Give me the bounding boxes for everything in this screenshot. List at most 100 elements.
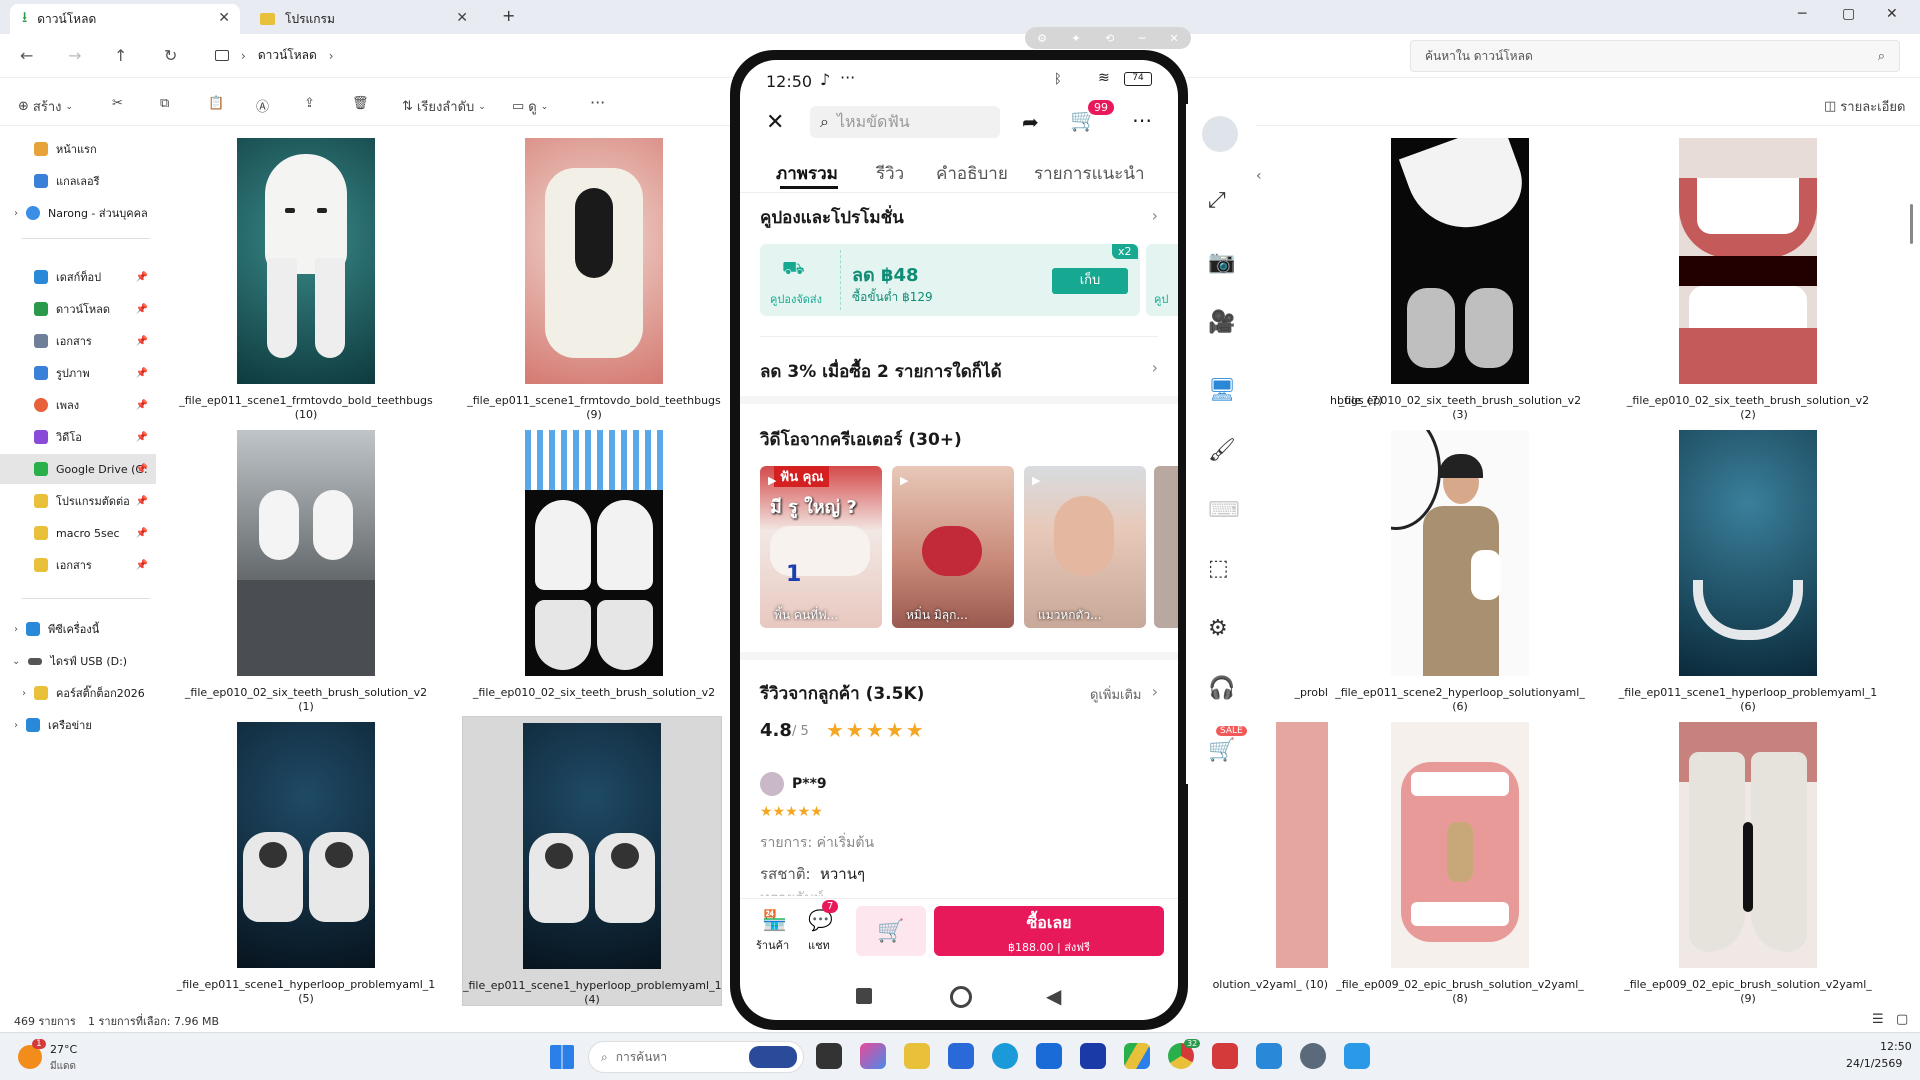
headset-icon[interactable]: 🎧 — [1208, 676, 1235, 701]
pin-icon[interactable]: 📌 — [136, 496, 148, 507]
clock-time[interactable]: 12:50 — [1880, 1040, 1912, 1053]
fullscreen-icon[interactable]: ⤢ — [1208, 188, 1226, 213]
powerpoint-icon[interactable] — [1212, 1043, 1238, 1069]
pin-icon[interactable]: 📌 — [136, 464, 148, 475]
breadcrumb-item[interactable]: ดาวน์โหลด — [258, 46, 317, 65]
sidebar-item-home[interactable]: หน้าแรก — [0, 134, 156, 164]
pin-icon[interactable]: 📌 — [136, 272, 148, 283]
phone-mirror-app-icon[interactable] — [1344, 1043, 1370, 1069]
brush-icon[interactable]: 🖌 — [1208, 438, 1236, 463]
file-item[interactable]: _file_ep011_scene1_hyperloop_problemyaml… — [1618, 430, 1878, 714]
share-icon[interactable]: ⇪ — [304, 96, 315, 111]
product-search-input[interactable]: ⌕ ไหมขัดฟัน — [810, 106, 1000, 138]
file-item[interactable]: _file_ep011_scene1_frmtovdo_bold_teethbu… — [176, 138, 436, 422]
file-item[interactable]: _file_ep011_scene1_hyperloop_problemyaml… — [176, 722, 436, 1006]
chevron-right-icon[interactable]: › — [1152, 206, 1158, 225]
file-item[interactable]: _file_ep009_02_epic_brush_solution_v2yam… — [1330, 722, 1590, 1006]
sidebar-item-onedrive[interactable]: › Narong - ส่วนบุคคล — [0, 198, 156, 228]
expand-chevron-icon[interactable]: › — [14, 720, 18, 731]
refresh-icon[interactable]: ↻ — [164, 46, 177, 65]
forward-arrow-icon[interactable]: → — [68, 46, 81, 65]
rotate-icon[interactable]: ⟲ — [1105, 32, 1114, 45]
sidebar-item-music[interactable]: เพลง 📌 — [0, 390, 156, 420]
paste-icon[interactable]: 📋 — [208, 96, 224, 111]
nav-back-icon[interactable]: ◀ — [1046, 984, 1061, 1008]
remote-app-icon[interactable] — [1256, 1043, 1282, 1069]
sidebar-item-gallery[interactable]: แกลเลอรี — [0, 166, 156, 196]
pin-icon[interactable]: 📌 — [136, 400, 148, 411]
store-icon[interactable] — [948, 1043, 974, 1069]
profile-avatar[interactable] — [1202, 116, 1238, 152]
pin-icon[interactable]: 📌 — [136, 560, 148, 571]
minimize-button[interactable]: ─ — [1798, 6, 1806, 22]
new-button[interactable]: ⊕ สร้าง ⌄ — [18, 96, 73, 117]
details-view-icon[interactable]: ☰ — [1872, 1012, 1884, 1027]
chevron-right-icon[interactable]: › — [1152, 358, 1158, 377]
shop-label[interactable]: ร้านค้า — [756, 936, 789, 954]
expand-chevron-icon[interactable]: › — [22, 688, 26, 699]
sidebar-item-videos[interactable]: วิดีโอ 📌 — [0, 422, 156, 452]
copilot-icon[interactable] — [860, 1043, 886, 1069]
clock-date[interactable]: 24/1/2569 — [1846, 1057, 1902, 1070]
new-tab-button[interactable]: + — [502, 6, 515, 25]
promo-text[interactable]: ลด 3% เมื่อซื้อ 2 รายการใดก็ได้ — [760, 358, 1002, 385]
settings-icon[interactable]: ⚙ — [1037, 32, 1047, 45]
share-arrow-icon[interactable]: ➦ — [1022, 110, 1039, 134]
file-item[interactable]: _file_ep010_02_six_teeth_brush_solution_… — [1330, 138, 1590, 422]
video-card[interactable]: ฟัน คุณ มี รู ใหญ่ ? ▶ 1 พิ้น คนที่ฟ... — [760, 466, 882, 628]
taskbar-search-input[interactable]: ⌕ การค้นหา — [588, 1041, 804, 1073]
close-icon[interactable]: ✕ — [766, 110, 784, 135]
close-tab-icon[interactable]: ✕ — [456, 10, 468, 26]
shopping-cart-icon[interactable]: 🛒 — [1208, 738, 1235, 763]
sidebar-item-documents-folder[interactable]: เอกสาร 📌 — [0, 550, 156, 580]
google-drive-icon[interactable] — [1124, 1043, 1150, 1069]
video-card[interactable]: ▶ หมิ่น มิลุก... — [892, 466, 1014, 628]
sidebar-item-usb-drive[interactable]: ⌄ ไดรฟ์ USB (D:) — [0, 646, 156, 676]
shop-icon[interactable]: 🏪 — [762, 908, 787, 932]
coupon-card-partial[interactable]: คูป — [1146, 244, 1178, 316]
back-arrow-icon[interactable]: ← — [20, 46, 33, 65]
add-to-cart-button[interactable]: 🛒 — [856, 906, 926, 956]
sidebar-item-documents[interactable]: เอกสาร 📌 — [0, 326, 156, 356]
chat-label[interactable]: แชท — [808, 936, 830, 954]
file-item[interactable]: _file_ep010_02_six_teeth_brush_solution_… — [176, 430, 436, 714]
camera-icon[interactable]: 📷 — [1208, 250, 1235, 275]
vertical-scrollbar[interactable] — [1910, 204, 1913, 244]
sidebar-item-editing-programs[interactable]: โปรแกรมตัดต่อ 📌 — [0, 486, 156, 516]
video-card-partial[interactable] — [1154, 466, 1178, 628]
select-area-icon[interactable]: ⬚ — [1208, 556, 1229, 581]
cut-icon[interactable]: ✂ — [112, 96, 123, 111]
file-item[interactable]: _file_ep010_02_six_teeth_brush_solution_… — [464, 430, 724, 700]
settings-icon[interactable] — [1300, 1043, 1326, 1069]
tab-description[interactable]: คำอธิบาย — [936, 160, 1008, 187]
weather-widget[interactable]: 1 27°C มีแดด — [18, 1039, 128, 1075]
close-window-button[interactable]: ✕ — [1886, 6, 1898, 22]
sidebar-item-desktop[interactable]: เดสก์ท็อป 📌 — [0, 262, 156, 292]
more-options-icon[interactable]: ··· — [590, 93, 605, 112]
sidebar-item-pictures[interactable]: รูปภาพ 📌 — [0, 358, 156, 388]
delete-icon[interactable]: 🗑 — [352, 96, 369, 111]
minimize-icon[interactable]: ─ — [1139, 32, 1146, 45]
collapse-panel-icon[interactable]: ‹ — [1256, 168, 1262, 184]
file-item-selected[interactable]: _file_ep011_scene1_hyperloop_problemyaml… — [462, 716, 722, 1006]
search-input[interactable]: ค้นหาใน ดาวน์โหลด ⌕ — [1410, 40, 1900, 72]
video-record-icon[interactable]: 🎥 — [1208, 310, 1235, 335]
expand-chevron-icon[interactable]: › — [14, 624, 18, 635]
coupon-card[interactable]: ⛟ คูปองจัดส่ง ลด ฿48 ซื้อขั้นต่ำ ฿129 เก… — [760, 244, 1140, 316]
maximize-button[interactable]: ▢ — [1842, 6, 1855, 22]
nav-recents-icon[interactable] — [856, 988, 872, 1004]
task-view-icon[interactable] — [816, 1043, 842, 1069]
file-item[interactable]: _file_ep011_scene2_hyperloop_solutionyam… — [1330, 430, 1590, 714]
file-item[interactable]: _file_ep009_02_epic_brush_solution_v2yam… — [1618, 722, 1878, 1006]
pin-icon[interactable]: 📌 — [136, 368, 148, 379]
pin-icon[interactable]: ✦ — [1071, 32, 1080, 45]
tab-programs[interactable]: โปรแกรม ✕ — [248, 4, 478, 34]
keyboard-icon[interactable]: ⌨ — [1208, 498, 1240, 523]
tiles-view-icon[interactable]: ▢ — [1896, 1012, 1908, 1027]
tab-overview[interactable]: ภาพรวม — [776, 160, 838, 187]
close-icon[interactable]: ✕ — [1170, 32, 1179, 45]
tab-downloads[interactable]: ⭳ ดาวน์โหลด ✕ — [10, 4, 240, 34]
file-item[interactable]: _file_ep010_02_six_teeth_brush_solution_… — [1618, 138, 1878, 422]
video-card[interactable]: ▶ แมวหกตัว... — [1024, 466, 1146, 628]
sidebar-item-macro[interactable]: macro 5sec 📌 — [0, 518, 156, 548]
